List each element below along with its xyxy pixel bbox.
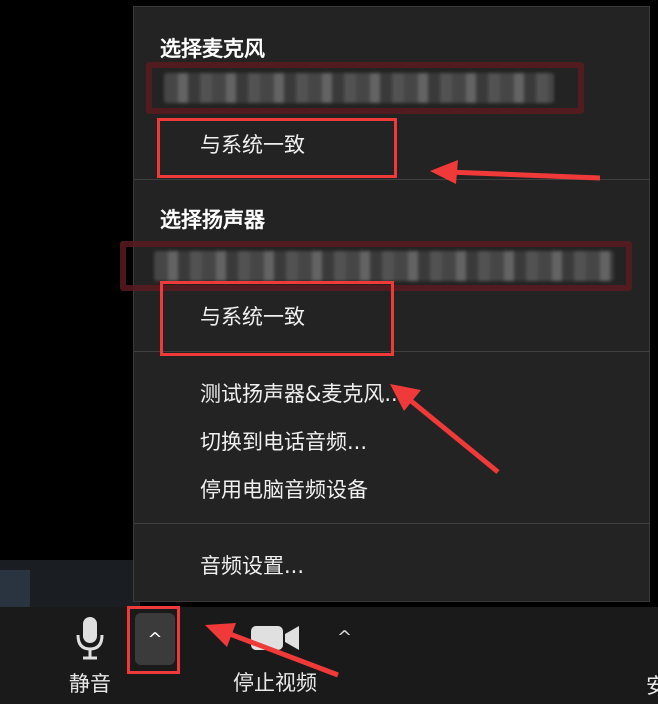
divider bbox=[134, 523, 649, 524]
speaker-section-title: 选择扬声器 bbox=[160, 208, 265, 232]
microphone-device-redacted[interactable] bbox=[164, 73, 554, 103]
video-options-caret[interactable]: ^ bbox=[337, 627, 352, 648]
test-speaker-mic-item[interactable]: 测试扬声器&麦克风... bbox=[200, 378, 404, 408]
mute-label: 静音 bbox=[69, 672, 111, 696]
chevron-up-icon: ^ bbox=[337, 627, 353, 648]
microphone-section-title: 选择麦克风 bbox=[160, 37, 265, 61]
mute-button[interactable]: 静音 bbox=[55, 615, 125, 698]
divider bbox=[134, 179, 649, 180]
switch-to-phone-audio-item[interactable]: 切换到电话音频... bbox=[200, 426, 367, 456]
truncated-toolbar-label[interactable]: 安 bbox=[646, 670, 658, 700]
microphone-icon bbox=[76, 617, 104, 660]
stop-video-label: 停止视频 bbox=[233, 671, 317, 695]
annotation-box-mic-system bbox=[157, 118, 397, 178]
annotation-box-speaker-system bbox=[160, 281, 394, 356]
speaker-device-redacted[interactable] bbox=[154, 251, 614, 281]
audio-settings-item[interactable]: 音频设置... bbox=[200, 550, 304, 580]
disable-pc-audio-item[interactable]: 停用电脑音频设备 bbox=[200, 474, 368, 504]
background-window-fragment bbox=[0, 570, 30, 610]
video-camera-icon bbox=[251, 626, 299, 650]
stop-video-button[interactable]: 停止视频 bbox=[215, 622, 335, 697]
annotation-box-caret bbox=[127, 606, 180, 674]
